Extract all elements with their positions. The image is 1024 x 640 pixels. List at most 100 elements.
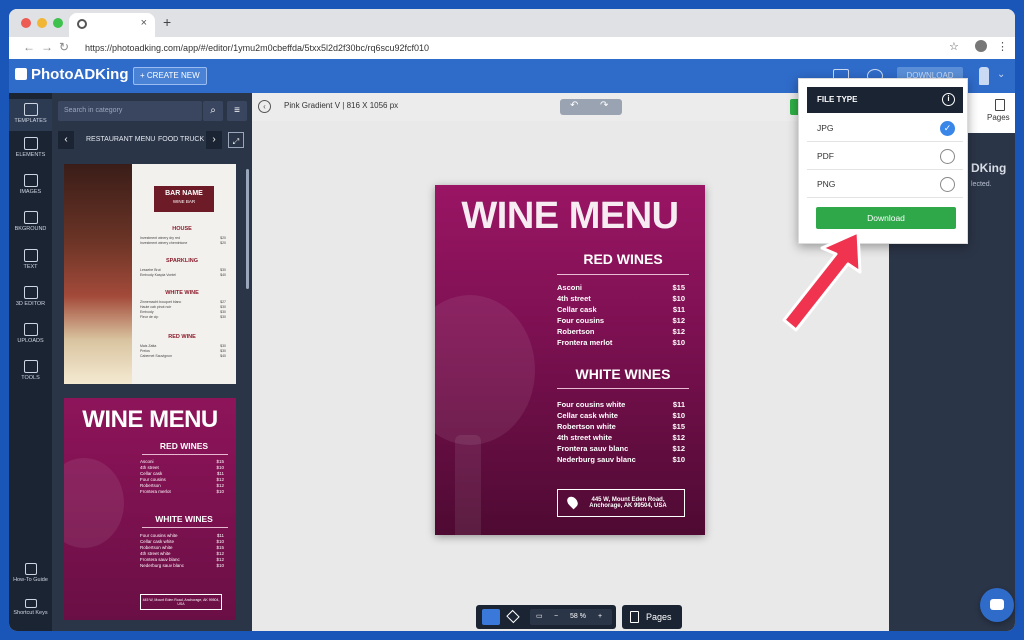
- category-food-truck[interactable]: FOOD TRUCK: [158, 131, 204, 149]
- list-item: Investment winery chemintone $20: [140, 241, 226, 245]
- list-item: Mais Zatta $30: [140, 344, 226, 348]
- template-search-input[interactable]: Search in category: [58, 101, 202, 121]
- category-prev-icon[interactable]: ‹: [58, 131, 74, 149]
- elements-icon: [23, 137, 38, 150]
- download-button[interactable]: Download: [816, 207, 956, 229]
- chrome-favicon-icon: [77, 19, 87, 29]
- radio-button[interactable]: [940, 149, 955, 164]
- minimize-window-icon[interactable]: [37, 18, 47, 28]
- file-type-option-pdf[interactable]: PDF: [807, 143, 963, 170]
- close-tab-icon[interactable]: ×: [141, 17, 147, 29]
- list-item[interactable]: Frontera sauv blanc $12: [557, 444, 685, 453]
- profile-icon[interactable]: [975, 40, 987, 52]
- grid-view-icon[interactable]: [482, 609, 500, 625]
- text-icon: [23, 249, 38, 262]
- forward-arrow-icon[interactable]: →: [41, 40, 53, 54]
- shortcut-keys-button[interactable]: Shortcut Keys: [9, 599, 52, 616]
- create-new-button[interactable]: + CREATE NEW: [133, 67, 207, 85]
- template-thumbnail-bar-menu[interactable]: BAR NAME WINE BAR HOUSE Investment winery…: [64, 164, 236, 384]
- pages-tab-icon[interactable]: [995, 99, 1005, 111]
- bookmark-star-icon[interactable]: ☆: [949, 40, 959, 53]
- list-view-icon[interactable]: ≡: [227, 101, 247, 121]
- list-item[interactable]: Four cousins $12: [557, 316, 685, 325]
- thumb-red-heading: RED WINES: [159, 441, 209, 451]
- category-next-icon[interactable]: ›: [206, 131, 222, 149]
- list-item[interactable]: Robertson $12: [557, 327, 685, 336]
- view-toolbar: ▭ − 58 % +: [476, 605, 616, 629]
- present-icon[interactable]: ▭: [536, 609, 543, 625]
- list-item[interactable]: 4th street white $12: [557, 433, 685, 442]
- tools-icon: [23, 360, 38, 373]
- sidebar-item-templates[interactable]: TEMPLATES: [9, 99, 52, 131]
- url-field[interactable]: https://photoadking.com/app/#/editor/1ym…: [85, 40, 945, 56]
- list-item[interactable]: Nederburg sauv blanc $10: [557, 455, 685, 464]
- panel-scrollbar[interactable]: [246, 169, 249, 289]
- pages-button[interactable]: Pages: [622, 605, 682, 629]
- back-circle-icon[interactable]: ‹: [258, 100, 271, 113]
- list-item: Nederburg sauv blanc $10: [140, 563, 224, 568]
- new-tab-button[interactable]: +: [163, 14, 171, 30]
- list-item[interactable]: Frontera merlot $10: [557, 338, 685, 347]
- thumb-address: 445 W, Mount Eden Road, Anchorage, AK 99…: [140, 594, 222, 610]
- list-item: Frontera sauv blanc $12: [140, 557, 224, 562]
- maximize-window-icon[interactable]: [53, 18, 63, 28]
- close-window-icon[interactable]: [21, 18, 31, 28]
- file-type-option-jpg[interactable]: JPG ✓: [807, 115, 963, 142]
- list-item: Haute cab pinot noir $30: [140, 305, 226, 309]
- redo-icon[interactable]: ↷: [600, 100, 608, 111]
- editor-workspace: WINE MENU RED WINES Asconi $15 4th street…: [252, 121, 889, 631]
- list-item[interactable]: Robertson white $15: [557, 422, 685, 431]
- list-item[interactable]: Cellar cask white $10: [557, 411, 685, 420]
- zoom-in-icon[interactable]: +: [598, 609, 602, 625]
- sidebar-item-tools[interactable]: TOOLS: [9, 360, 52, 381]
- undo-icon[interactable]: ↶: [570, 100, 578, 111]
- arrow-shape: [782, 230, 862, 332]
- sidebar-item-text[interactable]: TEXT: [9, 249, 52, 270]
- expand-icon[interactable]: ⤢: [228, 132, 244, 148]
- red-wines-heading[interactable]: RED WINES: [557, 251, 689, 267]
- file-type-option-png[interactable]: PNG: [807, 171, 963, 198]
- eraser-icon[interactable]: [504, 609, 522, 625]
- template-thumbnail-wine-menu[interactable]: WINE MENU RED WINES Asconi $15 4th street…: [64, 398, 236, 620]
- list-item: Robertson $12: [140, 483, 224, 488]
- sidebar-item-images[interactable]: IMAGES: [9, 174, 52, 195]
- canvas-toolbar: ‹ Pink Gradient V | 816 X 1056 px ↶ ↷: [252, 93, 889, 121]
- list-item[interactable]: Four cousins white $11: [557, 400, 685, 409]
- thumb-title: WINE MENU: [82, 406, 218, 433]
- sidebar-item-3d-editor[interactable]: 3D EDITOR: [9, 286, 52, 307]
- browser-tab[interactable]: ×: [69, 13, 155, 37]
- sidebar-item-background[interactable]: BKGROUND: [9, 211, 52, 232]
- sidebar-item-uploads[interactable]: UPLOADS: [9, 323, 52, 344]
- tab-pages[interactable]: Pages: [987, 113, 1010, 122]
- poster-title[interactable]: WINE MENU: [435, 195, 705, 238]
- wine-menu-poster[interactable]: WINE MENU RED WINES Asconi $15 4th street…: [435, 185, 705, 535]
- uploads-icon: [23, 323, 38, 336]
- document-title[interactable]: Pink Gradient V | 816 X 1056 px: [284, 101, 398, 110]
- radio-button[interactable]: [940, 177, 955, 192]
- chevron-down-icon[interactable]: ⌄: [997, 69, 1005, 80]
- list-item[interactable]: Asconi $15: [557, 283, 685, 292]
- wine-glass-graphic: [64, 458, 124, 548]
- sidebar-item-elements[interactable]: ELEMENTS: [9, 137, 52, 158]
- list-item: Emtvody Kaspia Vontel $40: [140, 273, 226, 277]
- user-icon[interactable]: [979, 67, 989, 85]
- file-type-header: FILE TYPE i: [807, 87, 963, 113]
- reload-icon[interactable]: ↻: [59, 40, 69, 54]
- app-logo[interactable]: PhotoADKing: [15, 66, 128, 83]
- info-icon[interactable]: i: [942, 93, 955, 106]
- list-item: Four cousins white $11: [140, 533, 224, 538]
- search-icon[interactable]: ⌕: [203, 101, 223, 121]
- zoom-out-icon[interactable]: −: [554, 609, 558, 625]
- how-to-guide-button[interactable]: How-To Guide: [9, 563, 52, 583]
- list-item[interactable]: Cellar cask $11: [557, 305, 685, 314]
- chat-support-button[interactable]: [980, 588, 1014, 622]
- browser-menu-icon[interactable]: ⋮: [997, 40, 1008, 53]
- glass-stem-graphic: [455, 435, 481, 535]
- list-item[interactable]: 4th street $10: [557, 294, 685, 303]
- back-arrow-icon[interactable]: ←: [23, 40, 35, 54]
- white-wines-heading[interactable]: WHITE WINES: [557, 366, 689, 382]
- selection-status: lected.: [971, 181, 992, 188]
- divider: [142, 454, 228, 455]
- check-icon[interactable]: ✓: [940, 121, 955, 136]
- category-restaurant-menu[interactable]: RESTAURANT MENU: [86, 131, 155, 149]
